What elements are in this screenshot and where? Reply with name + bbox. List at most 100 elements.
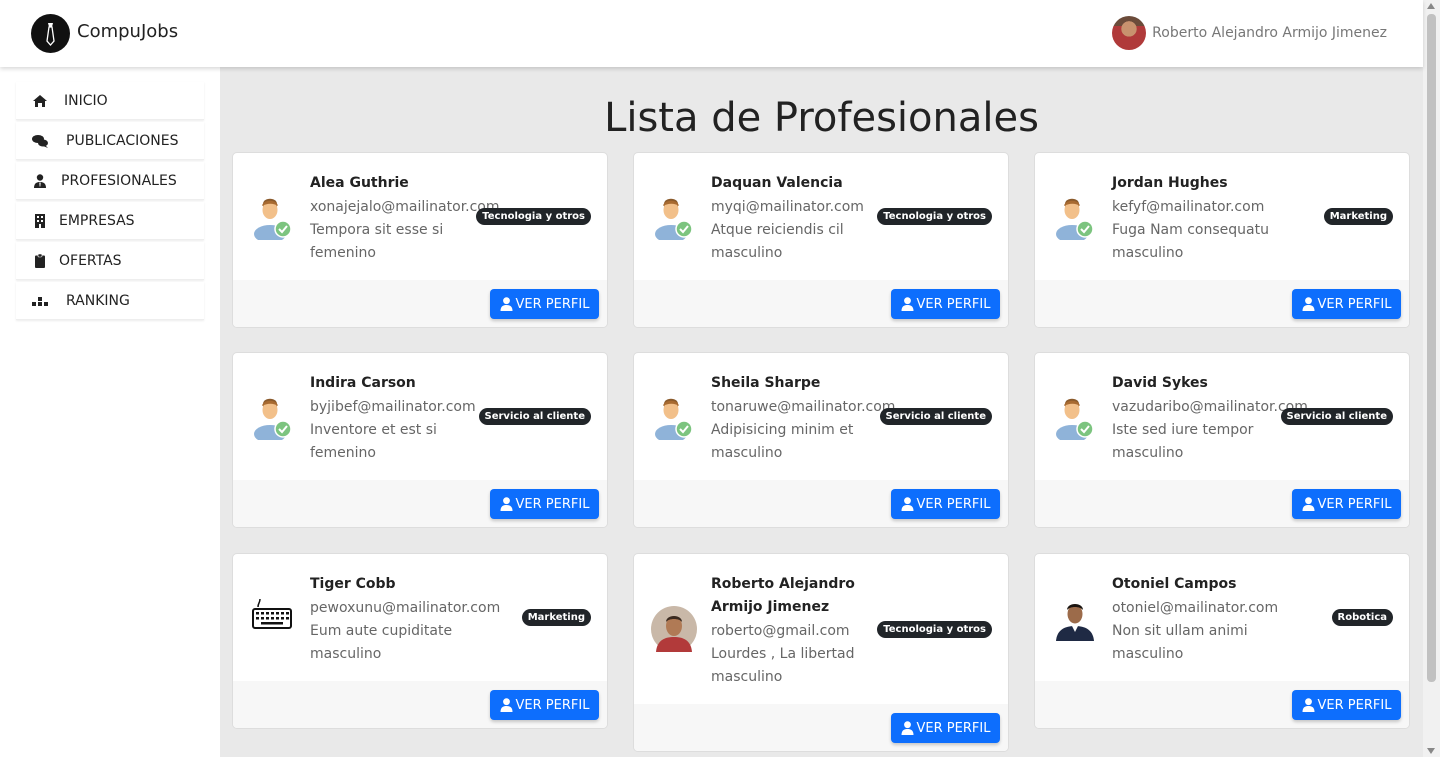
sidebar-item-label: OFERTAS [59,253,122,269]
scroll-thumb[interactable] [1427,14,1436,682]
user-icon [500,497,513,511]
professional-description: Fuga Nam consequatu [1112,222,1269,238]
podium-icon [32,297,48,306]
professional-card: Jordan Hughes kefyf@mailinator.com Fuga Na… [1034,152,1410,328]
sidebar-item-ofertas[interactable]: OFERTAS [16,242,204,280]
user-tie-icon [34,174,46,188]
sidebar-item-inicio[interactable]: INICIO [16,82,204,120]
user-avatar[interactable] [1112,16,1147,50]
page-scrollbar[interactable] [1423,0,1440,757]
ver-perfil-button[interactable]: VER PERFIL [891,489,1000,519]
ver-perfil-label: VER PERFIL [515,697,590,713]
professional-card: David Sykes vazudaribo@mailinator.com Iste… [1034,352,1410,528]
default-user-icon [651,194,697,243]
user-icon [500,297,513,311]
user-name[interactable]: Roberto Alejandro Armijo Jimenez [1152,25,1387,41]
sidebar-item-ranking[interactable]: RANKING [16,282,204,320]
professional-email: myqi@mailinator.com [711,199,864,215]
ver-perfil-button[interactable]: VER PERFIL [1292,489,1401,519]
user-icon [1302,497,1315,511]
sidebar-item-label: RANKING [66,293,130,309]
professional-description: Inventore et est si [310,422,437,438]
professional-card: Sheila Sharpe tonaruwe@mailinator.com Adip… [633,352,1009,528]
professional-name[interactable]: Sheila Sharpe [711,372,901,395]
ver-perfil-label: VER PERFIL [916,496,991,512]
default-user-icon [651,394,697,443]
ver-perfil-button[interactable]: VER PERFIL [490,289,599,319]
comments-icon [32,135,48,148]
ver-perfil-button[interactable]: VER PERFIL [891,713,1000,743]
professional-gender: masculino [1112,445,1184,461]
category-badge: Tecnologia y otros [877,208,992,225]
professional-card: Indira Carson byjibef@mailinator.com Inven… [232,352,608,528]
professional-name[interactable]: Tiger Cobb [310,573,500,596]
category-badge: Servicio al cliente [1280,408,1393,425]
category-badge: Tecnologia y otros [476,208,591,225]
professional-gender: masculino [711,445,783,461]
professional-email: otoniel@mailinator.com [1112,600,1279,616]
professional-card: Roberto Alejandro Armijo Jimenez roberto@… [633,553,1009,752]
sidebar-item-label: PUBLICACIONES [66,133,179,149]
professional-card: Tiger Cobb pewoxunu@mailinator.com Eum aut… [232,553,608,729]
top-navbar: CompuJobs Roberto Alejandro Armijo Jimen… [0,0,1423,67]
professional-name[interactable]: Jordan Hughes [1112,172,1302,195]
keyboard-icon [250,595,296,641]
professional-description: Iste sed iure tempor [1112,422,1254,438]
scroll-down-icon[interactable] [1427,748,1435,754]
page-title: Lista de Profesionales [604,95,1039,141]
ver-perfil-label: VER PERFIL [515,296,590,312]
user-menu[interactable]: Roberto Alejandro Armijo Jimenez [1112,16,1387,50]
default-user-icon [250,394,296,443]
ver-perfil-button[interactable]: VER PERFIL [891,289,1000,319]
profile-photo [1052,595,1098,641]
professional-gender: femenino [310,445,376,461]
sidebar-item-profesionales[interactable]: PROFESIONALES [16,162,204,200]
professional-email: roberto@gmail.com [711,623,850,639]
user-icon [901,297,914,311]
brand-logo-icon[interactable] [31,14,70,53]
category-badge: Servicio al cliente [879,408,992,425]
ver-perfil-button[interactable]: VER PERFIL [490,690,599,720]
category-badge: Marketing [521,609,591,626]
professional-name[interactable]: Roberto Alejandro Armijo Jimenez [711,573,901,619]
professional-email: vazudaribo@mailinator.com [1112,399,1308,415]
professional-gender: masculino [1112,245,1184,261]
ver-perfil-button[interactable]: VER PERFIL [1292,690,1401,720]
professional-name[interactable]: Otoniel Campos [1112,573,1302,596]
profile-photo [651,606,697,652]
default-user-icon [250,194,296,243]
sidebar-item-label: EMPRESAS [59,213,135,229]
brand-name[interactable]: CompuJobs [77,21,178,42]
professional-description: Atque reiciendis cil [711,222,844,238]
sidebar-item-empresas[interactable]: EMPRESAS [16,202,204,240]
category-badge: Robotica [1331,609,1393,626]
ver-perfil-button[interactable]: VER PERFIL [490,489,599,519]
ver-perfil-label: VER PERFIL [515,496,590,512]
category-badge: Marketing [1323,208,1393,225]
professional-name[interactable]: Daquan Valencia [711,172,901,195]
building-icon [35,214,45,228]
home-icon [33,95,47,107]
user-icon [1302,698,1315,712]
professional-name[interactable]: David Sykes [1112,372,1302,395]
ver-perfil-label: VER PERFIL [1317,697,1392,713]
professional-gender: masculino [711,669,783,685]
category-badge: Tecnologia y otros [877,621,992,638]
default-user-icon [1052,194,1098,243]
ver-perfil-button[interactable]: VER PERFIL [1292,289,1401,319]
ver-perfil-label: VER PERFIL [916,296,991,312]
sidebar-item-label: PROFESIONALES [61,173,177,189]
ver-perfil-label: VER PERFIL [916,720,991,736]
professional-email: tonaruwe@mailinator.com [711,399,896,415]
user-icon [1302,297,1315,311]
sidebar: INICIO PUBLICACIONES PROFESIONALES EMPRE… [0,67,220,757]
category-badge: Servicio al cliente [478,408,591,425]
professional-name[interactable]: Indira Carson [310,372,500,395]
professional-card: Daquan Valencia myqi@mailinator.com Atque … [633,152,1009,328]
user-icon [901,721,914,735]
scroll-up-icon[interactable] [1427,3,1435,9]
professional-email: pewoxunu@mailinator.com [310,600,501,616]
professional-name[interactable]: Alea Guthrie [310,172,500,195]
user-icon [500,698,513,712]
sidebar-item-publicaciones[interactable]: PUBLICACIONES [16,122,204,160]
